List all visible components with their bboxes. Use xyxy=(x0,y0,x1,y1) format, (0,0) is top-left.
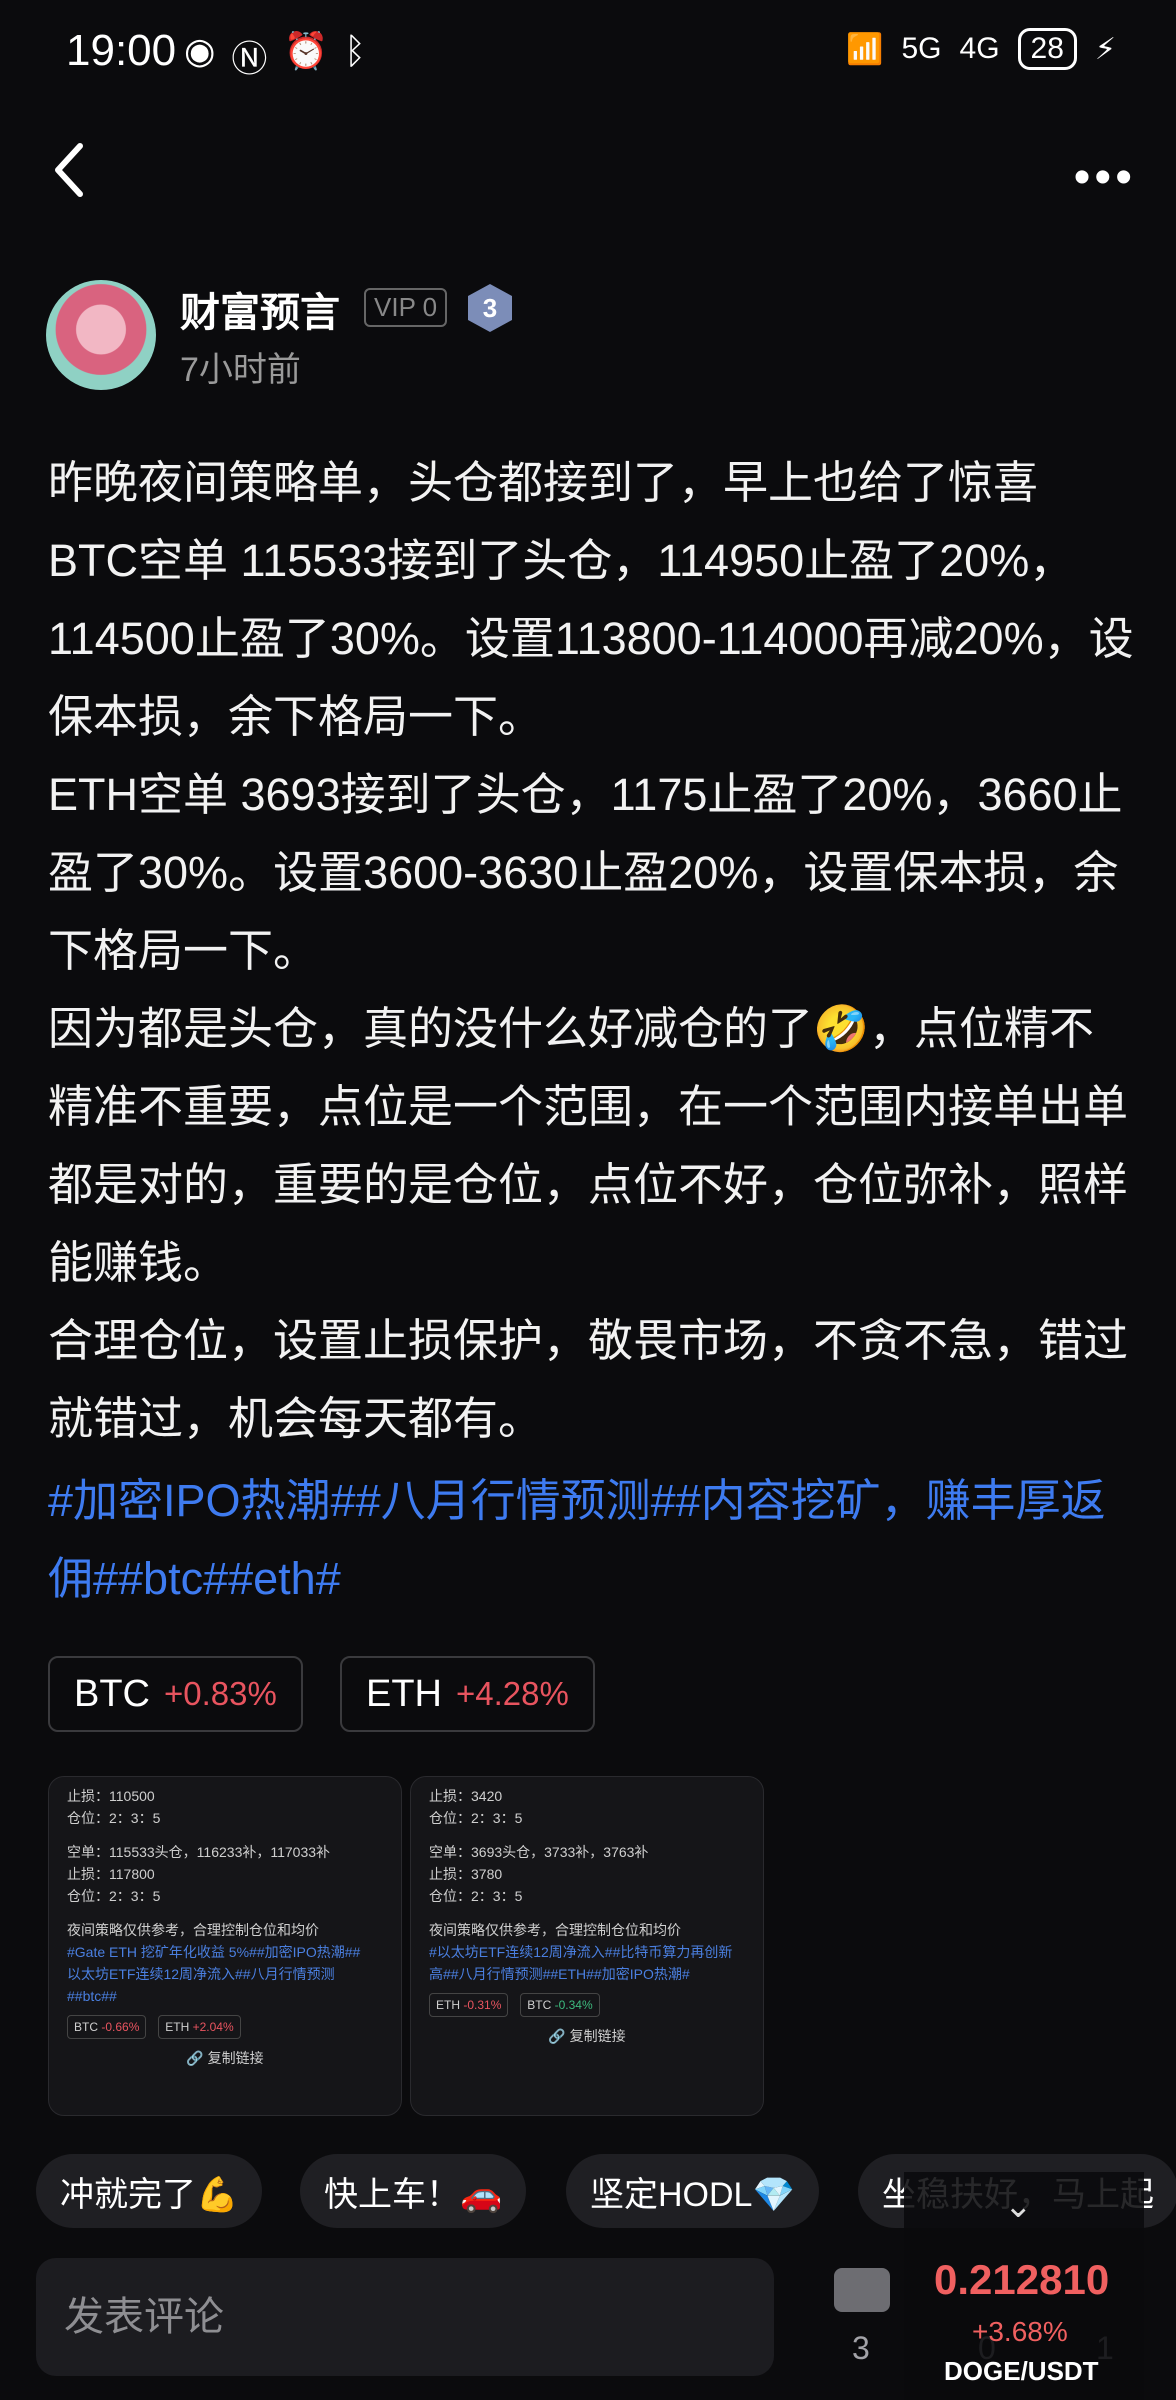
image-text: 仓位：2：3：5 xyxy=(67,1888,161,1904)
author-name[interactable]: 财富预言 xyxy=(180,280,340,338)
wifi-icon: 📶 xyxy=(846,32,884,66)
coin-change: +0.83% xyxy=(164,1675,277,1712)
status-left-icons: ◉ Ⓝ ⏰ ᛒ xyxy=(184,30,366,82)
post-paragraph: 因为都是头仓，真的没什么好减仓的了🤣，点位精不精准不重要，点位是一个范围，在一个… xyxy=(48,1003,1129,1288)
clock: 19:00 xyxy=(66,26,177,75)
coin-chip-eth[interactable]: ETH +4.28% xyxy=(340,1656,595,1732)
copy-link-label: 🔗 复制链接 xyxy=(548,2028,626,2044)
status-right-icons: 📶 5G 4G 28 ⚡ xyxy=(846,28,1116,70)
vip-badge: VIP 0 xyxy=(364,288,448,327)
post-body: 昨晚夜间策略单，头仓都接到了，早上也给了惊喜 BTC空单 115533接到了头仓… xyxy=(48,444,1138,1458)
image-text: 夜间策略仅供参考，合理控制仓位和均价 xyxy=(67,1922,319,1938)
widget-price: 0.212810 xyxy=(934,2256,1110,2303)
avatar[interactable] xyxy=(46,280,156,390)
image-text: 仓位：2：3：5 xyxy=(429,1888,523,1904)
mini-coin-chip: BTC -0.34% xyxy=(520,1993,600,2017)
image-text: 夜间策略仅供参考，合理控制仓位和均价 xyxy=(429,1922,681,1938)
coin-change: +4.28% xyxy=(456,1675,569,1712)
image-text: 空单：3693头仓，3733补，3763补 xyxy=(429,1844,649,1860)
post-paragraph: BTC空单 115533接到了头仓，114950止盈了20%，114500止盈了… xyxy=(48,535,1134,742)
quick-reply[interactable]: 冲就完了💪 xyxy=(36,2154,263,2228)
status-bar: 19:00 ◉ Ⓝ ⏰ ᛒ 📶 5G 4G 28 ⚡ xyxy=(0,0,1176,100)
image-text: 止损：3780 xyxy=(429,1866,503,1882)
image-text: #Gate ETH 挖矿年化收益 5%##加密IPO热潮## xyxy=(67,1944,361,1960)
image-text: 高##八月行情预测##ETH##加密IPO热潮# xyxy=(429,1966,690,1982)
back-arrow-icon[interactable] xyxy=(50,140,90,200)
mini-coin-chip: BTC -0.66% xyxy=(67,2015,147,2039)
image-text: 止损：3420 xyxy=(429,1788,503,1804)
bluetooth-icon: ᛒ xyxy=(344,30,366,71)
coin-chip-btc[interactable]: BTC +0.83% xyxy=(48,1656,303,1732)
network-4g-label: 4G xyxy=(959,32,1000,65)
comment-count: 3 xyxy=(852,2330,870,2366)
network-5g-label: 5G xyxy=(901,32,942,65)
quick-reply[interactable]: 坚定HODL💎 xyxy=(566,2154,819,2228)
post-image-2[interactable]: 止损：3420 仓位：2：3：5 空单：3693头仓，3733补，3763补 止… xyxy=(410,1776,764,2116)
image-text: #以太坊ETF连续12周净流入##比特币算力再创新 xyxy=(429,1944,733,1960)
quick-reply[interactable]: 快上车！🚗 xyxy=(300,2154,527,2228)
widget-pair: DOGE/USDT xyxy=(944,2356,1099,2386)
charging-icon: ⚡ xyxy=(1094,32,1116,66)
level-badge: 3 xyxy=(468,284,512,332)
hashtags[interactable]: #加密IPO热潮##八月行情预测##内容挖矿，赚丰厚返佣##btc##eth# xyxy=(48,1462,1148,1618)
image-text: 以太坊ETF连续12周净流入##八月行情预测 xyxy=(67,1966,335,1982)
battery-icon: 28 xyxy=(1017,28,1077,70)
mini-coin-chip: ETH -0.31% xyxy=(429,1993,509,2017)
post-time: 7小时前 xyxy=(180,351,301,389)
copy-link-label: 🔗 复制链接 xyxy=(186,2050,264,2066)
widget-change: +3.68% xyxy=(972,2316,1068,2347)
image-text: 止损：110500 xyxy=(67,1788,155,1804)
coin-symbol: ETH xyxy=(366,1672,442,1715)
price-widget[interactable]: ⌄ 0.212810 +3.68% DOGE/USDT xyxy=(904,2172,1144,2400)
alarm-icon: ⏰ xyxy=(283,30,329,71)
more-options-icon[interactable]: ••• xyxy=(1074,150,1136,205)
post-paragraph: 昨晚夜间策略单，头仓都接到了，早上也给了惊喜 xyxy=(48,457,1039,508)
image-text: 止损：117800 xyxy=(67,1866,155,1882)
nfc-icon: Ⓝ xyxy=(231,38,268,79)
eye-icon: ◉ xyxy=(184,30,216,71)
comment-icon[interactable] xyxy=(834,2268,890,2312)
post-image-1[interactable]: 止损：110500 仓位：2：3：5 空单：115533头仓，116233补，1… xyxy=(48,1776,402,2116)
coin-symbol: BTC xyxy=(74,1672,150,1715)
mini-coin-chip: ETH +2.04% xyxy=(158,2015,241,2039)
image-text: ##btc## xyxy=(67,1988,117,2004)
image-text: 仓位：2：3：5 xyxy=(67,1810,161,1826)
image-text: 仓位：2：3：5 xyxy=(429,1810,523,1826)
image-text: 空单：115533头仓，116233补，117033补 xyxy=(67,1844,331,1860)
chevron-down-icon[interactable]: ⌄ xyxy=(1004,2186,1033,2226)
post-paragraph: ETH空单 3693接到了头仓，1175止盈了20%，3660止盈了30%。设置… xyxy=(48,769,1123,976)
post-paragraph: 合理仓位，设置止损保护，敬畏市场，不贪不急，错过就错过，机会每天都有。 xyxy=(48,1315,1129,1444)
comment-input[interactable]: 发表评论 xyxy=(36,2258,774,2376)
